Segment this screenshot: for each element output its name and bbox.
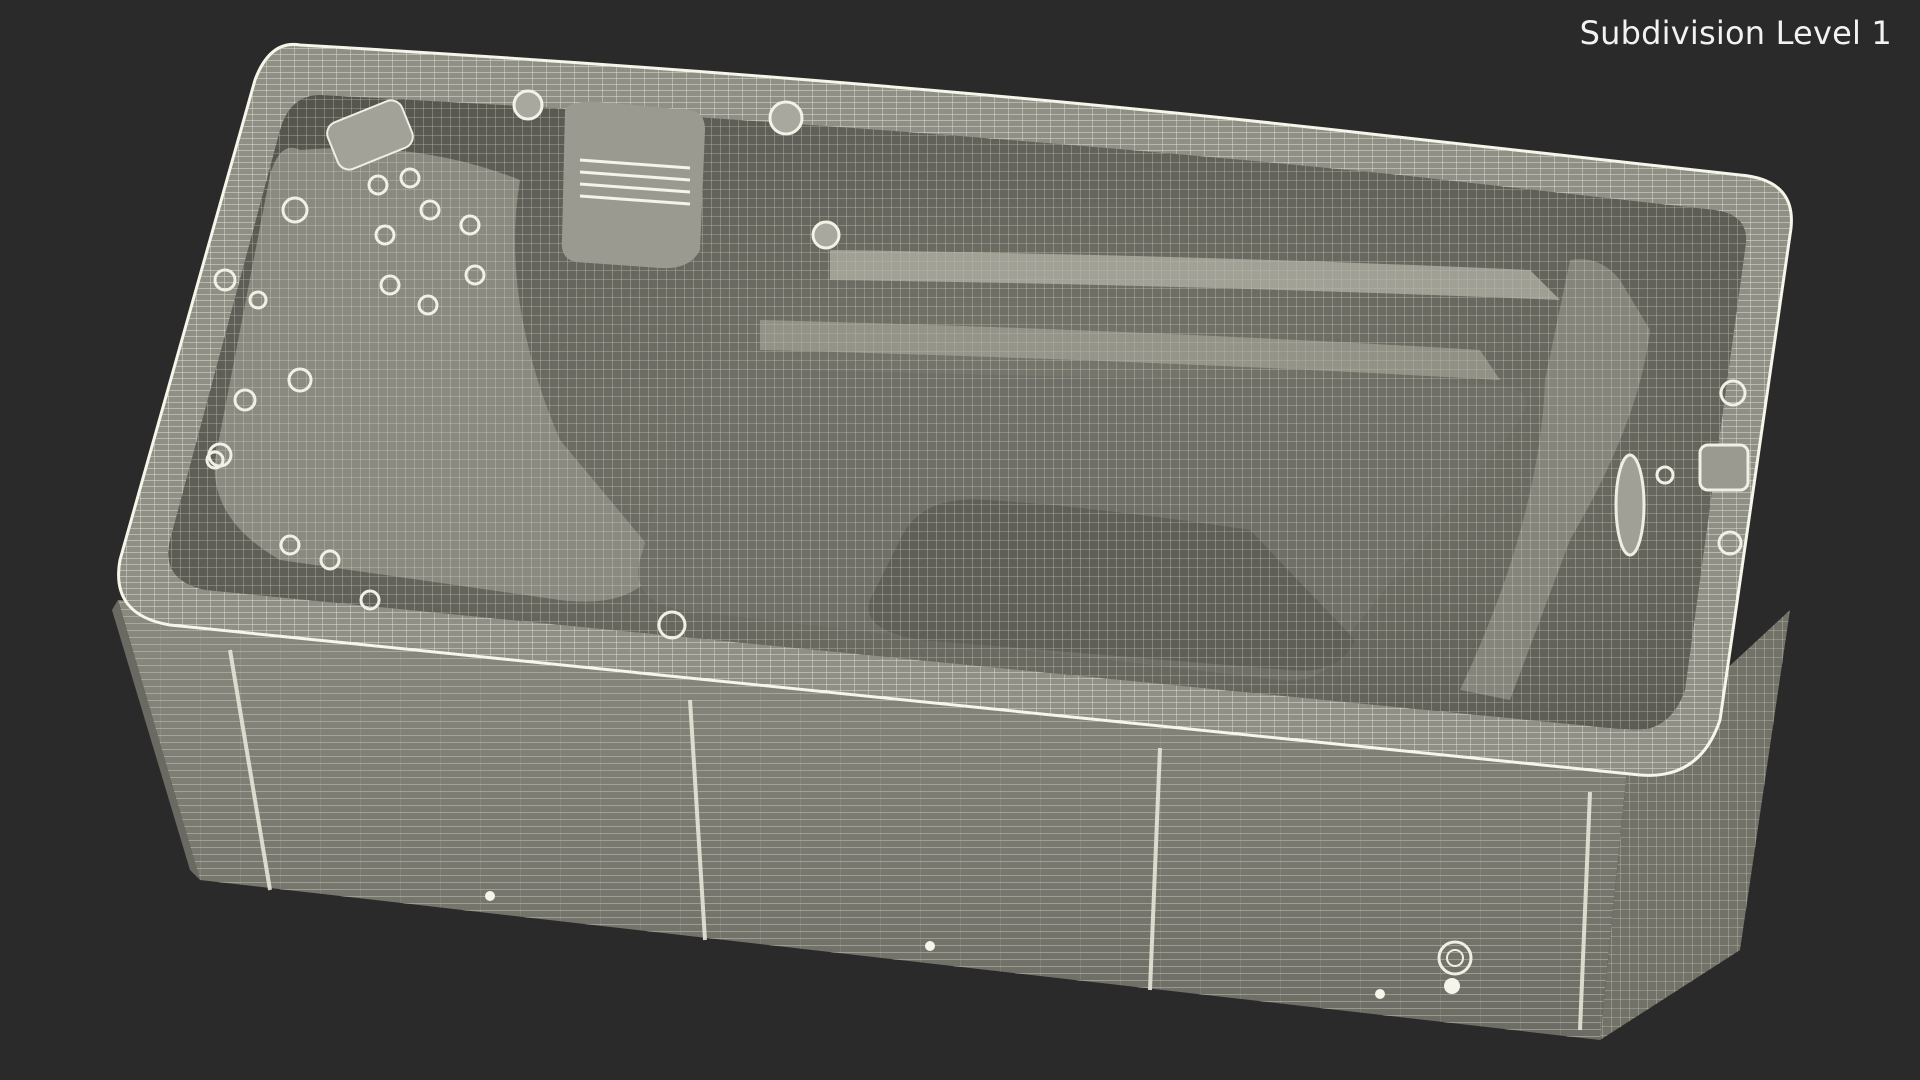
wireframe-spa-model: [112, 42, 1793, 1040]
right-jet-panel: [1614, 453, 1646, 557]
control-panel: [1698, 443, 1750, 492]
render-viewport: Subdivision Level 1: [0, 0, 1920, 1080]
